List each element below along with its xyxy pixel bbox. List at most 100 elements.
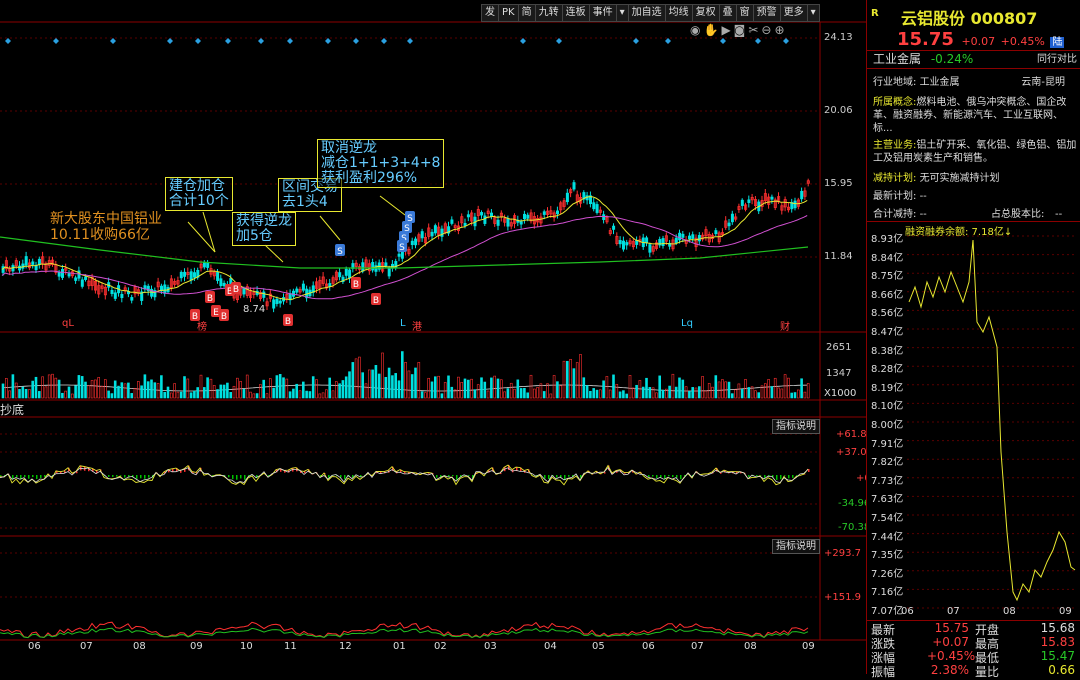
volume-bar: [292, 389, 294, 398]
candle-body: [688, 236, 690, 239]
toolbar-adjust[interactable]: 复权: [692, 4, 720, 22]
candle-body: [464, 223, 466, 225]
indicator-help-button-1[interactable]: 指标说明: [772, 419, 820, 434]
candle-body: [662, 239, 664, 246]
toolbar-fa[interactable]: 发: [481, 4, 499, 22]
volume-bar: [398, 381, 400, 398]
volume-bar: [626, 394, 628, 398]
price-chart[interactable]: BBEBBBBSBBSSSS: [0, 0, 866, 674]
toolbar-shijian[interactable]: 事件: [589, 4, 617, 22]
svg-text:S: S: [337, 247, 343, 257]
buy-marker[interactable]: B: [231, 282, 241, 295]
osc1-bar: [468, 475, 470, 476]
toolbar-jiuzhuan[interactable]: 九转: [535, 4, 563, 22]
margin-x-label: 06: [901, 606, 914, 617]
volume-bar: [372, 370, 374, 398]
toolbar-add-watchlist[interactable]: 加自选: [628, 4, 666, 22]
toolbar-more[interactable]: 更多: [780, 4, 808, 22]
volume-bar: [807, 383, 809, 398]
candle-body: [794, 201, 796, 208]
event-diamond: [755, 38, 761, 44]
toolbar-lianban[interactable]: 连板: [562, 4, 590, 22]
event-marker[interactable]: L: [400, 318, 406, 329]
volume-bar: [787, 378, 789, 398]
stop-icon[interactable]: ◙: [734, 23, 746, 37]
volume-bar: [58, 380, 60, 398]
candle-body: [193, 273, 195, 278]
volume-bar: [137, 381, 139, 398]
candle-body: [520, 222, 522, 224]
zoom-in-icon[interactable]: ⊕: [774, 23, 784, 37]
event-diamond: [520, 38, 526, 44]
region-place: 云南-昆明: [1021, 76, 1065, 89]
toolbar-moving-average[interactable]: 均线: [665, 4, 693, 22]
volume-bar: [527, 393, 529, 398]
event-marker[interactable]: 财: [780, 318, 790, 333]
candle-body: [385, 263, 387, 266]
volume-bar: [514, 389, 516, 398]
sell-marker[interactable]: S: [335, 244, 345, 257]
event-marker[interactable]: qL: [62, 318, 74, 329]
event-marker[interactable]: Lq: [681, 318, 693, 329]
buy-marker[interactable]: B: [371, 293, 381, 306]
peer-compare-link[interactable]: 同行对比: [1037, 53, 1077, 66]
volume-bar: [226, 383, 228, 398]
event-marker[interactable]: 榜: [197, 318, 207, 333]
sell-marker[interactable]: S: [397, 240, 407, 253]
volume-bar: [61, 393, 63, 398]
volume-bar: [507, 389, 509, 398]
osc1-bar: [108, 475, 110, 477]
volume-bar: [481, 378, 483, 398]
event-marker[interactable]: 港: [412, 318, 422, 333]
volume-bar: [672, 374, 674, 398]
volume-bar: [375, 365, 377, 398]
volume-bar: [434, 377, 436, 398]
buy-marker[interactable]: B: [351, 277, 361, 290]
toolbar-pk[interactable]: PK: [498, 4, 519, 22]
event-diamond: [53, 38, 59, 44]
hand-icon[interactable]: ✋: [703, 23, 718, 37]
event-diamond: [225, 38, 231, 44]
industry-name[interactable]: 工业金属: [873, 52, 921, 66]
candle-body: [698, 235, 700, 240]
low-price-marker: 8.74: [243, 304, 265, 315]
volume-bar: [609, 390, 611, 398]
volume-bar: [382, 353, 384, 398]
volume-bar: [500, 380, 502, 398]
volume-bar: [573, 369, 575, 398]
eye-icon[interactable]: ◉: [690, 23, 700, 37]
buy-marker[interactable]: B: [205, 291, 215, 304]
candle-body: [111, 290, 113, 293]
scissors-icon[interactable]: ✂: [748, 23, 758, 37]
volume-bar: [721, 380, 723, 398]
region-value: 工业金属: [920, 77, 960, 88]
annotation-reverse-dragon: 获得逆龙 加5仓: [232, 212, 296, 246]
toolbar-window[interactable]: 窗: [736, 4, 754, 22]
volume-bar: [101, 386, 103, 398]
play-icon[interactable]: ▶: [721, 23, 730, 37]
osc1-bar: [32, 475, 34, 477]
ratio-value: --: [1055, 208, 1062, 221]
concept-label: 所属概念:: [873, 97, 916, 108]
toolbar-dropdown-2[interactable]: ▾: [807, 4, 820, 22]
volume-bar: [784, 375, 786, 398]
volume-bar: [121, 383, 123, 398]
svg-text:S: S: [399, 243, 405, 253]
main-chart-area[interactable]: BBEBBBBSBBSSSS 发 PK 简 九转 连板 事件 ▾ 加自选 均线 …: [0, 0, 866, 674]
stat-row: 最新 15.75 开盘 15.68: [867, 621, 1080, 635]
toolbar-overlay[interactable]: 叠: [719, 4, 737, 22]
volume-bar: [804, 392, 806, 398]
volume-bar: [451, 387, 453, 398]
toolbar-alert[interactable]: 预警: [753, 4, 781, 22]
zoom-out-icon[interactable]: ⊖: [761, 23, 771, 37]
toolbar-jian[interactable]: 简: [518, 4, 536, 22]
event-diamond: [353, 38, 359, 44]
candle-body: [75, 278, 77, 281]
event-diamond: [783, 38, 789, 44]
volume-bar: [471, 379, 473, 398]
buy-marker[interactable]: B: [219, 309, 229, 322]
volume-bar: [494, 376, 496, 398]
indicator-help-button-2[interactable]: 指标说明: [772, 539, 820, 554]
date-axis-label: 07: [691, 641, 704, 652]
buy-marker[interactable]: B: [283, 314, 293, 327]
